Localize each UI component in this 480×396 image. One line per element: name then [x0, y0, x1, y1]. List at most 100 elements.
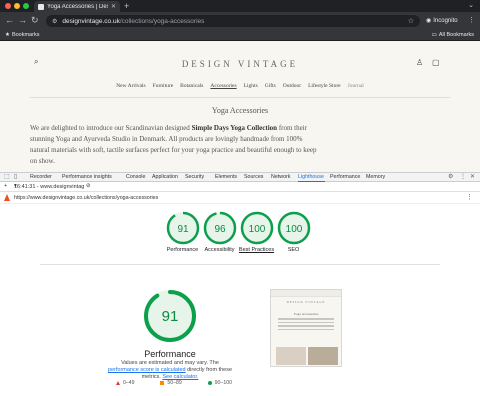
maximize-window-icon[interactable]	[23, 3, 29, 9]
gauge-accessibility[interactable]: 96 Accessibility	[201, 211, 238, 254]
bookmark-star-icon[interactable]: ☆	[408, 17, 414, 25]
devtools-tab-network[interactable]: Network	[271, 174, 290, 181]
thumb-text-line	[278, 318, 334, 320]
site-logo[interactable]: DESIGN VINTAGE	[0, 59, 480, 69]
all-bookmarks-button[interactable]: ▭ All Bookmarks	[432, 32, 474, 39]
thumb-images	[276, 347, 338, 365]
thumb-text-line	[278, 321, 334, 323]
tab-search-chevron-icon[interactable]: ⌄	[468, 1, 474, 9]
site-info-icon[interactable]: ⚙	[52, 18, 57, 25]
pass-circle-icon	[207, 381, 212, 385]
average-square-icon	[160, 381, 165, 385]
bookmarks-button[interactable]: ★ Bookmarks	[5, 32, 39, 39]
gauge-best-practices[interactable]: 100 Best Practices	[238, 211, 275, 254]
back-icon[interactable]: ←	[5, 15, 14, 26]
devtools-tab-application[interactable]: Application	[152, 174, 178, 181]
browser-menu-icon[interactable]: ⋮	[468, 16, 475, 24]
account-icon[interactable]: ♙	[416, 58, 423, 67]
new-tab-icon[interactable]: +	[124, 1, 129, 11]
thumb-title: Yoga Accessories	[293, 312, 319, 316]
performance-note: Values are estimated and may vary. The p…	[107, 360, 233, 380]
devtools-tab-security[interactable]: Security	[185, 174, 204, 181]
report-url-bar: https://www.designvintage.co.uk/collecti…	[0, 192, 480, 204]
thumb-image	[308, 347, 338, 365]
tab-favicon-icon	[38, 3, 44, 10]
cart-icon[interactable]: ▢	[432, 58, 440, 67]
incognito-label: Incognito	[433, 18, 458, 24]
url-path: /collections/yoga-accessories	[119, 17, 205, 25]
score-value: 100	[285, 224, 302, 235]
nav-item-accessories[interactable]: Accessories	[210, 83, 236, 89]
score-ring: 91	[166, 211, 199, 245]
devtools-settings-icon[interactable]: ⚙	[448, 174, 453, 181]
collection-name: Simple Days Yoga Collection	[191, 124, 278, 132]
devtools-menu-icon[interactable]: ⋮	[460, 174, 466, 181]
devtools-tab-elements[interactable]: Elements	[215, 174, 237, 181]
site-navigation: New Arrivals Furniture Botanicals Accessori…	[0, 83, 480, 89]
section-divider	[40, 264, 440, 265]
reload-icon[interactable]: ↻	[31, 15, 39, 26]
performance-score-gauge: 91	[144, 290, 196, 342]
page-screenshot-thumbnail[interactable]: DESIGN VINTAGE Yoga Accessories	[270, 289, 342, 367]
score-label: Accessibility	[204, 247, 235, 253]
inspect-element-icon[interactable]: ⬚	[4, 174, 10, 181]
minimize-window-icon[interactable]	[14, 3, 20, 9]
performance-heading: Performance	[144, 349, 196, 359]
score-ring: 100	[240, 211, 273, 245]
score-value: 100	[248, 224, 265, 235]
nav-item-gifts[interactable]: Gifts	[265, 83, 276, 89]
close-window-icon[interactable]	[5, 3, 11, 9]
nav-divider	[30, 97, 450, 98]
performance-score-value: 91	[162, 308, 179, 325]
devtools-tab-console[interactable]: Console	[126, 174, 145, 181]
report-url[interactable]: https://www.designvintage.co.uk/collecti…	[14, 195, 158, 201]
new-report-icon[interactable]: +	[4, 183, 7, 190]
legend-fail: 0–49	[116, 380, 135, 386]
browser-tab-bar: Yoga Accessories | Design V ✕ + ⌄	[0, 0, 480, 12]
nav-item-botanicals[interactable]: Botanicals	[180, 83, 203, 89]
score-calculated-link[interactable]: performance score is calculated	[108, 367, 186, 373]
score-label: Best Practices	[238, 247, 275, 253]
clear-reports-icon[interactable]: ⊘	[86, 183, 91, 190]
devtools-close-icon[interactable]: ✕	[470, 174, 475, 181]
star-icon: ★	[5, 32, 10, 38]
address-bar[interactable]: ⚙ designvintage.co.uk/collections/yoga-a…	[46, 15, 420, 27]
fail-triangle-icon	[116, 381, 120, 385]
score-label: Performance	[166, 247, 199, 253]
device-toolbar-icon[interactable]: ▯	[14, 174, 17, 181]
score-legend: 0–49 50–89 90–100	[116, 380, 232, 386]
forward-icon[interactable]: →	[18, 15, 27, 26]
lighthouse-report: 91 Performance 96 Accessibility 100 Best Prac…	[0, 204, 480, 396]
nav-item-lifestyle-store[interactable]: Lifestyle Store	[308, 83, 341, 89]
incognito-icon: ◉	[426, 18, 432, 24]
legend-average: 50–89	[160, 380, 182, 386]
gauge-performance[interactable]: 91 Performance	[164, 211, 201, 254]
nav-item-journal[interactable]: Journal	[348, 83, 364, 89]
devtools-tab-recorder[interactable]: Recorder	[30, 174, 52, 181]
score-value: 91	[177, 224, 189, 235]
report-selector[interactable]: 16:41:31 - www.designvintag ▾	[14, 183, 84, 190]
nav-item-new-arrivals[interactable]: New Arrivals	[116, 83, 145, 89]
incognito-indicator[interactable]: ◉ Incognito	[426, 15, 458, 27]
nav-item-furniture[interactable]: Furniture	[153, 83, 173, 89]
browser-tab[interactable]: Yoga Accessories | Design V ✕	[34, 1, 120, 12]
all-bookmarks-label: All Bookmarks	[438, 32, 474, 38]
tab-close-icon[interactable]: ✕	[111, 3, 116, 10]
gauge-seo[interactable]: 100 SEO	[275, 211, 312, 254]
devtools-tab-lighthouse[interactable]: Lighthouse	[298, 174, 324, 181]
website-viewport: ⌕ DESIGN VINTAGE ♙ ▢ New Arrivals Furnitu…	[0, 41, 480, 172]
lighthouse-toolbar: + 16:41:31 - www.designvintag ▾ ⊘	[0, 182, 480, 192]
devtools-tab-memory[interactable]: Memory	[366, 174, 385, 181]
report-menu-icon[interactable]: ⋮	[466, 193, 473, 201]
url-host: designvintage.co.uk	[62, 17, 120, 25]
bookmarks-label: Bookmarks	[11, 32, 40, 38]
score-ring: 100	[277, 211, 310, 245]
thumb-logo: DESIGN VINTAGE	[286, 300, 326, 304]
devtools-tab-performance-insights[interactable]: Performance insights	[62, 174, 112, 181]
devtools-tab-performance[interactable]: Performance	[330, 174, 360, 181]
devtools-tab-sources[interactable]: Sources	[244, 174, 263, 181]
nav-item-lights[interactable]: Lights	[244, 83, 258, 89]
nav-item-outdoor[interactable]: Outdoor	[283, 83, 301, 89]
bookmarks-bar: ★ Bookmarks ▭ All Bookmarks	[0, 30, 480, 41]
thumb-image	[276, 347, 306, 365]
